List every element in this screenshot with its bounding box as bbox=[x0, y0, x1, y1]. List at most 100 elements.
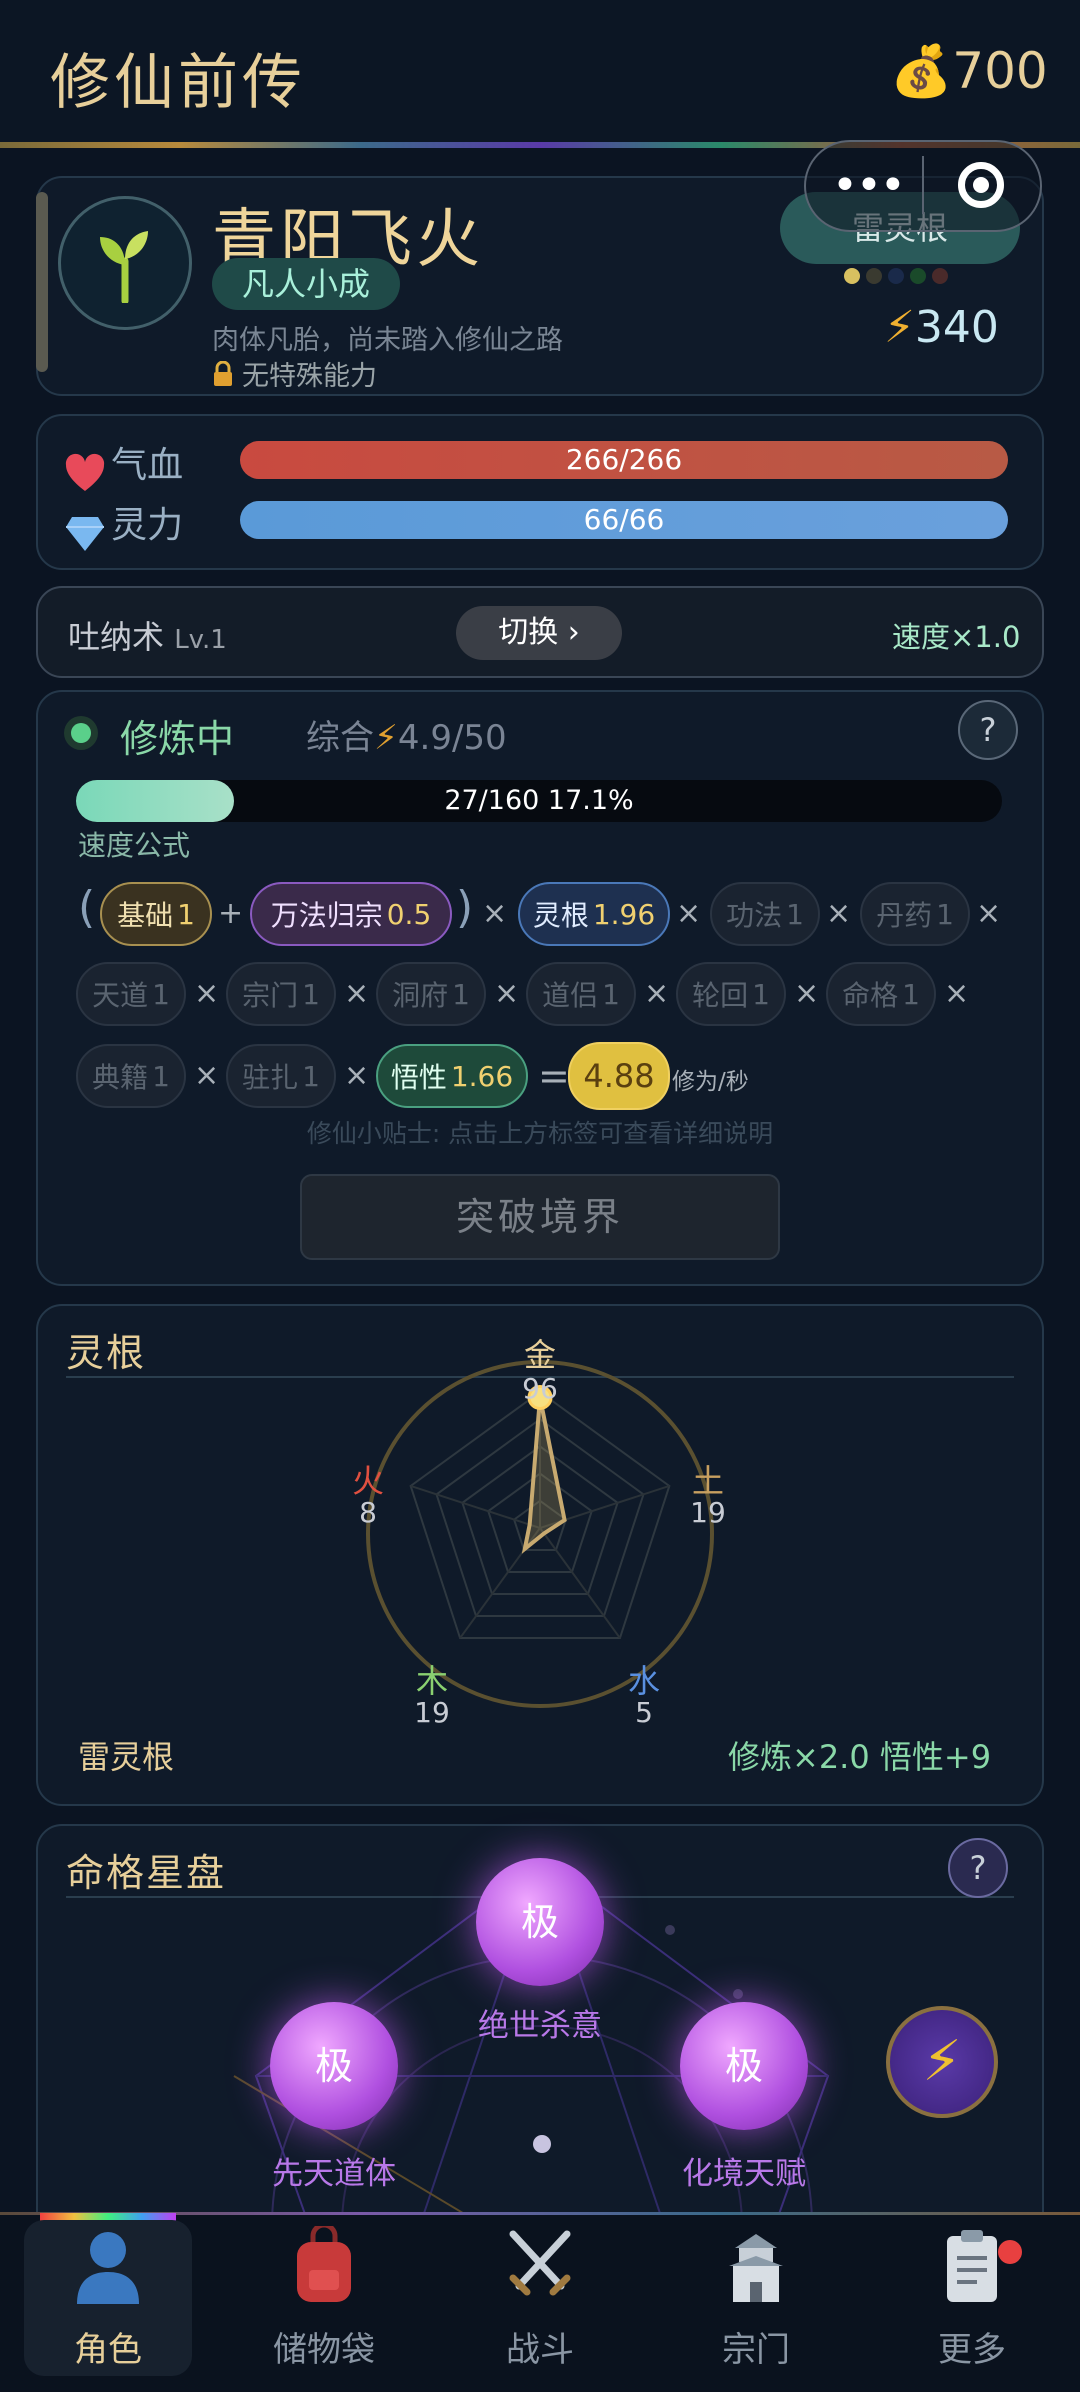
avatar[interactable] bbox=[58, 196, 192, 330]
coin-display[interactable]: 💰700 bbox=[890, 42, 1048, 101]
chip-wuxing[interactable]: 悟性 1.66 bbox=[376, 1044, 528, 1108]
nav-label: 角色 bbox=[74, 2330, 142, 2370]
card-accent-bar bbox=[36, 192, 48, 372]
star-plate-title: 命格星盘 bbox=[66, 1851, 227, 1895]
times-op: × bbox=[494, 976, 520, 1011]
lightning-action-button[interactable]: ⚡ bbox=[886, 2006, 998, 2118]
times-op: × bbox=[344, 1058, 370, 1093]
chip-value: 1 bbox=[752, 977, 770, 1011]
stats-card bbox=[36, 414, 1044, 570]
chip-value: 1.66 bbox=[450, 1059, 514, 1093]
equals-op: = bbox=[538, 1054, 570, 1098]
chip-tiandao[interactable]: 天道 1 bbox=[76, 962, 186, 1026]
destiny-label-1: 绝世杀意 bbox=[478, 2008, 602, 2044]
chip-name: 道侣 bbox=[542, 979, 599, 1012]
chip-name: 丹药 bbox=[876, 899, 933, 932]
chip-value: 1 bbox=[902, 977, 920, 1011]
chip-dianji[interactable]: 典籍 1 bbox=[76, 1044, 186, 1108]
chip-value: 1 bbox=[452, 977, 470, 1011]
chip-linggen[interactable]: 灵根 1.96 bbox=[518, 882, 670, 946]
star-plate-help-button[interactable]: ? bbox=[948, 1838, 1008, 1898]
training-status: 修炼中 bbox=[120, 717, 235, 761]
chip-name: 宗门 bbox=[242, 979, 299, 1012]
chip-dongfu[interactable]: 洞府 1 bbox=[376, 962, 486, 1026]
destiny-orb-1[interactable]: 极 bbox=[476, 1858, 604, 1986]
chip-wanfa[interactable]: 万法归宗 0.5 bbox=[250, 882, 452, 946]
chip-name: 灵根 bbox=[532, 899, 589, 932]
radar-value-huo: 8 bbox=[359, 1496, 377, 1529]
close-target-icon[interactable] bbox=[958, 162, 1004, 208]
chip-result[interactable]: 4.88 bbox=[568, 1042, 670, 1110]
crossed-swords-icon bbox=[432, 2226, 648, 2322]
nav-battle[interactable]: 战斗 bbox=[432, 2224, 648, 2384]
lightning-icon: ⚡ bbox=[374, 718, 398, 758]
nav-sect[interactable]: 宗门 bbox=[648, 2224, 864, 2384]
chip-lunhui[interactable]: 轮回 1 bbox=[676, 962, 786, 1026]
chip-name: 轮回 bbox=[692, 979, 749, 1012]
heart-icon bbox=[65, 453, 105, 491]
times-op: × bbox=[976, 896, 1002, 931]
hp-bar: 266/266 bbox=[240, 441, 1008, 479]
realm-badge[interactable]: 凡人小成 bbox=[212, 258, 400, 310]
close-paren: ) bbox=[456, 882, 474, 933]
root-type-name: 雷灵根 bbox=[78, 1738, 175, 1776]
status-indicator-icon bbox=[64, 716, 98, 750]
radar-value-mu: 19 bbox=[414, 1696, 450, 1729]
more-menu-button[interactable]: ••• bbox=[832, 160, 906, 211]
chip-zongmen[interactable]: 宗门 1 bbox=[226, 962, 336, 1026]
chip-name: 天道 bbox=[92, 979, 149, 1012]
root-dot bbox=[910, 268, 926, 284]
times-op: × bbox=[194, 976, 220, 1011]
total-value: 4.9/50 bbox=[397, 718, 507, 758]
person-icon bbox=[0, 2226, 216, 2322]
chip-value: 1 bbox=[152, 1059, 170, 1093]
speed-multiplier: 速度×1.0 bbox=[892, 620, 1021, 654]
destiny-label-2: 先天道体 bbox=[272, 2156, 396, 2192]
chip-name: 悟性 bbox=[390, 1061, 447, 1094]
technique-name: 吐纳术 Lv.1 bbox=[68, 612, 227, 658]
chip-zhuzha[interactable]: 驻扎 1 bbox=[226, 1044, 336, 1108]
progress-text: 27/160 17.1% bbox=[444, 785, 634, 816]
training-help-button[interactable]: ? bbox=[958, 700, 1018, 760]
chip-gongfa[interactable]: 功法 1 bbox=[710, 882, 820, 946]
notification-badge bbox=[998, 2240, 1022, 2264]
chip-value: 1.96 bbox=[592, 897, 656, 931]
nav-character[interactable]: 角色 bbox=[0, 2224, 216, 2384]
destiny-orb-2[interactable]: 极 bbox=[270, 2002, 398, 2130]
chip-base[interactable]: 基础 1 bbox=[100, 882, 212, 946]
destiny-orb-3[interactable]: 极 bbox=[680, 2002, 808, 2130]
plus-op: + bbox=[218, 896, 244, 931]
chip-daolv[interactable]: 道侣 1 bbox=[526, 962, 636, 1026]
chip-value: 1 bbox=[936, 897, 954, 931]
castle-icon bbox=[648, 2226, 864, 2322]
nav-more[interactable]: 更多 bbox=[864, 2224, 1080, 2384]
spirit-root-title: 灵根 bbox=[66, 1331, 147, 1375]
chip-name: 功法 bbox=[726, 899, 783, 932]
chip-name: 驻扎 bbox=[242, 1061, 299, 1094]
open-paren: ( bbox=[78, 882, 96, 933]
radar-value-shape bbox=[521, 1397, 567, 1554]
diamond-icon bbox=[66, 516, 104, 551]
lightning-icon: ⚡ bbox=[922, 2029, 962, 2094]
root-dot bbox=[932, 268, 948, 284]
chip-mingge[interactable]: 命格 1 bbox=[826, 962, 936, 1026]
root-dot bbox=[866, 268, 882, 284]
chip-name: 命格 bbox=[842, 979, 899, 1012]
chip-danyao[interactable]: 丹药 1 bbox=[860, 882, 970, 946]
chip-value: 1 bbox=[152, 977, 170, 1011]
lightning-icon: ⚡ bbox=[884, 302, 915, 353]
money-bag-icon: 💰 bbox=[890, 42, 953, 100]
chip-value: 1 bbox=[602, 977, 620, 1011]
breakthrough-button[interactable]: 突破境界 bbox=[300, 1174, 780, 1260]
ability-text: 无特殊能力 bbox=[242, 361, 377, 392]
total-speed: 综合⚡4.9/50 bbox=[306, 710, 507, 759]
power-display: ⚡340 bbox=[884, 302, 999, 353]
root-dots bbox=[844, 268, 948, 284]
lock-icon bbox=[214, 360, 232, 386]
chip-value: 1 bbox=[302, 1059, 320, 1093]
nav-storage[interactable]: 储物袋 bbox=[216, 2222, 432, 2384]
character-description: 肉体凡胎，尚未踏入修仙之路 bbox=[212, 325, 563, 356]
chip-value: 0.5 bbox=[386, 897, 432, 931]
nav-label: 战斗 bbox=[506, 2330, 574, 2370]
switch-technique-button[interactable]: 切换 › bbox=[456, 606, 622, 660]
